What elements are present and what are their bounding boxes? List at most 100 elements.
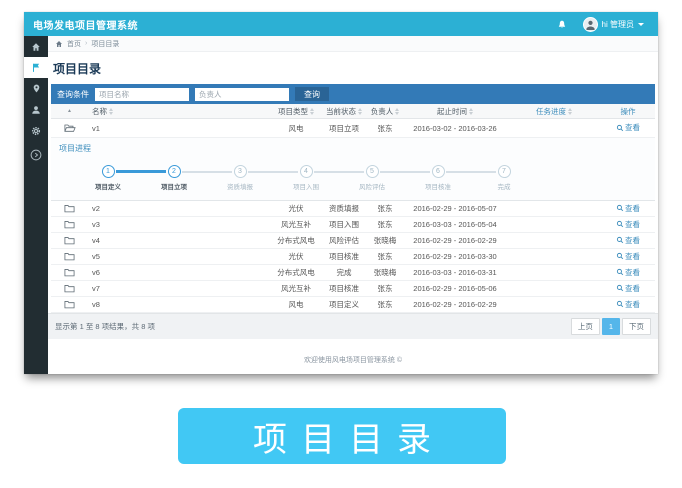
view-button[interactable]: 查看 (616, 299, 640, 310)
view-button[interactable]: 查看 (616, 235, 640, 246)
header-sort[interactable]: ▲ (51, 108, 88, 114)
next-page-button[interactable]: 下页 (622, 318, 651, 335)
sidebar-item-settings[interactable] (24, 120, 48, 141)
cell-owner: 张东 (367, 299, 403, 310)
gear-icon (31, 126, 41, 136)
user-menu[interactable]: hi 管理员 (579, 12, 648, 36)
sidebar-item-projects[interactable] (24, 57, 48, 78)
folder-icon[interactable] (51, 236, 88, 245)
sidebar-item-users[interactable] (24, 99, 48, 120)
cell-name: v1 (88, 124, 271, 133)
header-owner[interactable]: 负责人 (367, 106, 403, 117)
search-button[interactable]: 查询 (295, 87, 329, 101)
view-button[interactable]: 查看 (616, 267, 640, 278)
map-pin-icon (32, 83, 41, 94)
folder-icon[interactable] (51, 268, 88, 277)
folder-open-icon[interactable] (51, 123, 88, 133)
sort-icon (469, 108, 473, 115)
sidebar-collapse-button[interactable] (24, 144, 48, 165)
avatar (583, 17, 598, 32)
cell-type: 光伏 (271, 251, 321, 262)
cell-status: 项目立项 (321, 123, 367, 134)
pagination-info: 显示第 1 至 8 项结果，共 8 项 (55, 321, 155, 332)
cell-status: 项目核准 (321, 251, 367, 262)
page-1-button[interactable]: 1 (602, 318, 620, 335)
sort-icon (310, 108, 314, 115)
top-navbar: 电场发电项目管理系统 hi 管理员 (24, 12, 658, 36)
app-footer: 欢迎使用风电场项目管理系统 © (51, 355, 655, 374)
sort-asc-icon: ▲ (67, 108, 72, 114)
cell-dates: 2016-03-03 - 2016-03-31 (403, 268, 507, 277)
notifications-button[interactable] (553, 12, 571, 36)
cell-type: 分布式风电 (271, 267, 321, 278)
cell-type: 风光互补 (271, 219, 321, 230)
process-panel: 项目进程 1项目定义 2项目立项 3资质填报 4项目入围 5风险评估 6项目核准… (51, 138, 655, 201)
header-dates[interactable]: 起止时间 (403, 106, 507, 117)
table-row[interactable]: v6 分布式风电 完成 张晓梅 2016-03-03 - 2016-03-31 … (51, 265, 655, 281)
table-row[interactable]: v7 风光互补 项目核准 张东 2016-02-29 - 2016-05-06 … (51, 281, 655, 297)
cell-owner: 张东 (367, 203, 403, 214)
process-label[interactable]: 项目进程 (59, 143, 647, 154)
breadcrumb-current: 项目目录 (91, 39, 119, 49)
view-button[interactable]: 查看 (616, 251, 640, 262)
table-row[interactable]: v2 光伏 资质填报 张东 2016-02-29 - 2016-05-07 32… (51, 201, 655, 217)
cell-name: v7 (88, 284, 271, 293)
cell-owner: 张晓梅 (367, 267, 403, 278)
header-name[interactable]: 名称 (88, 106, 271, 117)
sort-icon (358, 108, 362, 115)
cell-status: 项目入围 (321, 219, 367, 230)
cell-type: 风电 (271, 299, 321, 310)
cell-status: 风险评估 (321, 235, 367, 246)
folder-icon[interactable] (51, 284, 88, 293)
sort-icon (109, 108, 113, 115)
project-name-input[interactable] (95, 88, 189, 101)
table-row[interactable]: v5 光伏 项目核准 张东 2016-02-29 - 2016-03-30 86… (51, 249, 655, 265)
header-status[interactable]: 当前状态 (321, 106, 367, 117)
cell-name: v6 (88, 268, 271, 277)
cell-dates: 2016-03-02 - 2016-03-26 (403, 124, 507, 133)
view-button[interactable]: 查看 (616, 219, 640, 230)
folder-icon[interactable] (51, 252, 88, 261)
table-row[interactable]: v1 风电 项目立项 张东 2016-03-02 - 2016-03-26 29… (51, 119, 655, 138)
cell-dates: 2016-02-29 - 2016-05-07 (403, 204, 507, 213)
step-3: 3资质填报 (207, 165, 273, 191)
owner-input[interactable] (195, 88, 289, 101)
table-row[interactable]: v3 风光互补 项目入围 张东 2016-03-03 - 2016-05-04 … (51, 217, 655, 233)
prev-page-button[interactable]: 上页 (571, 318, 600, 335)
query-panel: 查询条件 查询 (51, 84, 655, 104)
magnifier-icon (616, 252, 624, 260)
cell-name: v2 (88, 204, 271, 213)
cell-status: 资质填报 (321, 203, 367, 214)
caption-chip: 项目目录 (178, 408, 506, 464)
folder-icon[interactable] (51, 220, 88, 229)
cell-status: 项目定义 (321, 299, 367, 310)
header-type[interactable]: 项目类型 (271, 106, 321, 117)
table-row[interactable]: v4 分布式风电 风险评估 张晓梅 2016-02-29 - 2016-02-2… (51, 233, 655, 249)
magnifier-icon (616, 284, 624, 292)
sidebar-item-home[interactable] (24, 36, 48, 57)
view-button[interactable]: 查看 (616, 203, 640, 214)
magnifier-icon (616, 220, 624, 228)
cell-name: v3 (88, 220, 271, 229)
step-7: 7完成 (471, 165, 537, 191)
cell-dates: 2016-02-29 - 2016-03-30 (403, 252, 507, 261)
view-button[interactable]: 查看 (616, 283, 640, 294)
table-header: ▲ 名称 项目类型 当前状态 负责人 起止时间 任务进度 操作 (51, 104, 655, 119)
folder-icon[interactable] (51, 204, 88, 213)
collapse-icon (30, 149, 42, 161)
table-row[interactable]: v8 风电 项目定义 张东 2016-02-29 - 2016-02-29 14… (51, 297, 655, 313)
view-button[interactable]: 查看 (616, 122, 640, 133)
folder-icon[interactable] (51, 300, 88, 309)
magnifier-icon (616, 204, 624, 212)
cell-dates: 2016-02-29 - 2016-05-06 (403, 284, 507, 293)
user-name: hi 管理员 (602, 19, 634, 30)
query-label: 查询条件 (57, 89, 89, 100)
cell-name: v4 (88, 236, 271, 245)
header-progress[interactable]: 任务进度 (507, 106, 601, 117)
breadcrumb-home[interactable]: 首页 (67, 39, 81, 49)
step-1: 1项目定义 (75, 165, 141, 191)
sidebar-item-map[interactable] (24, 78, 48, 99)
sort-icon (568, 108, 572, 115)
cell-status: 项目核准 (321, 283, 367, 294)
app-window: 电场发电项目管理系统 hi 管理员 (24, 12, 658, 374)
